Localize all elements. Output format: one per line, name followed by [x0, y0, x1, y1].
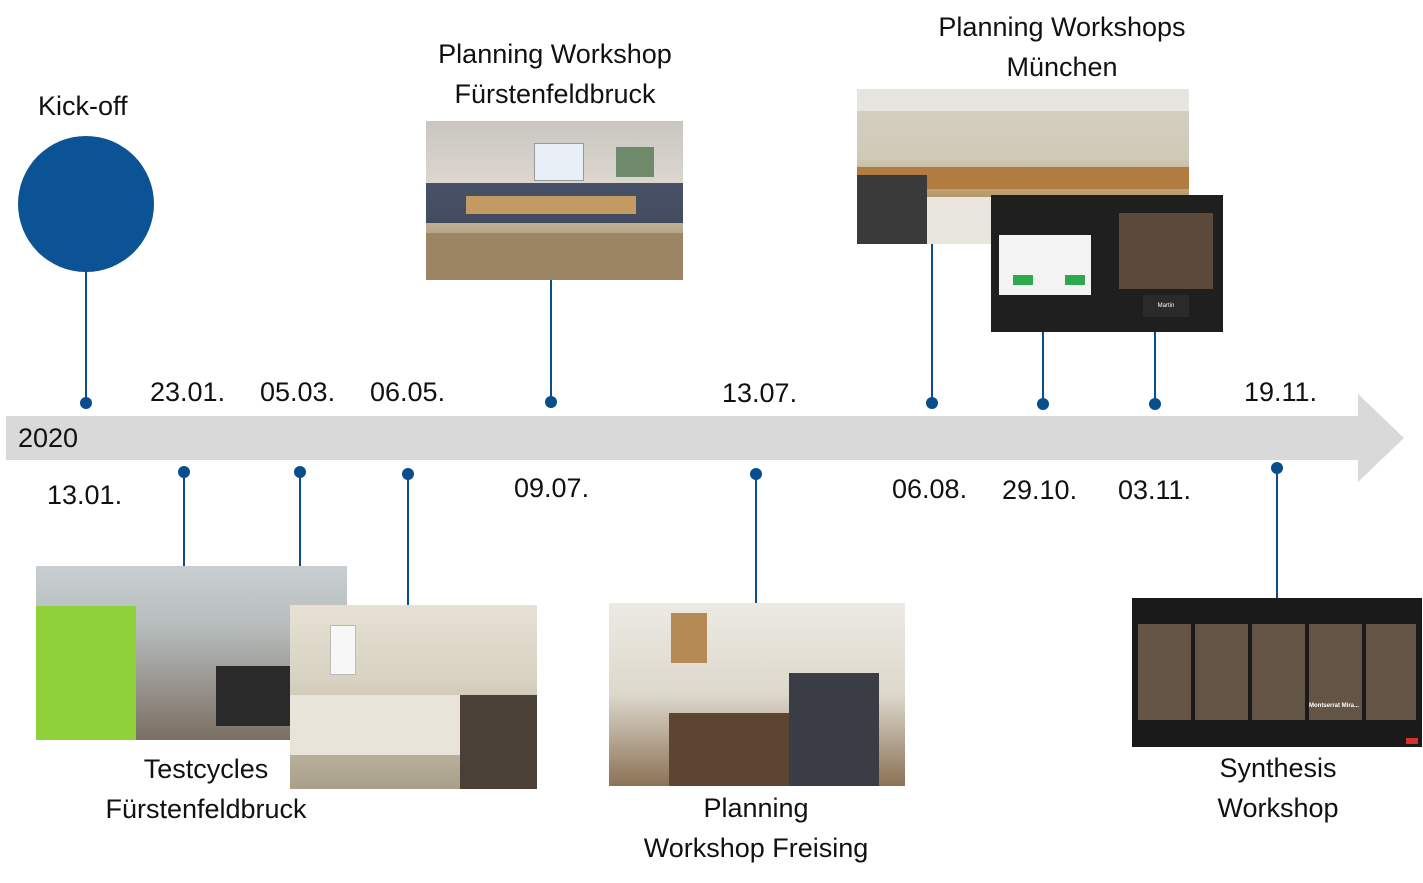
kickoff-circle [18, 136, 154, 272]
zoom-participant-name: Martin [1143, 295, 1189, 317]
marker-2910 [1037, 398, 1049, 410]
marker-0605 [402, 468, 414, 480]
date-label: 13.07. [722, 378, 798, 408]
ffb-workshop-photo [426, 121, 683, 280]
marker-1307 [750, 468, 762, 480]
synthesis-label: Synthesis Workshop [1217, 753, 1339, 823]
date-label: 09.07. [514, 473, 590, 503]
marker-2301 [178, 466, 190, 478]
kickoff-label: Kick-off [38, 91, 128, 121]
muenchen-zoom-photo: Martin [991, 195, 1223, 332]
date-label: 13.01. [47, 480, 123, 510]
date-label: 03.11. [1118, 475, 1192, 505]
marker-0503 [294, 466, 306, 478]
muenchen-label: Planning Workshops München [938, 12, 1186, 82]
date-label: 06.05. [370, 377, 446, 407]
date-label: 29.10. [1002, 475, 1078, 505]
ffb-planning-label: Planning Workshop Fürstenfeldbruck [438, 39, 672, 109]
testcycles-photo-2 [290, 605, 537, 789]
freising-photo [609, 603, 905, 786]
date-label: 06.08. [892, 474, 968, 504]
synthesis-zoom-photo: Montserrat Mira... [1132, 598, 1422, 747]
date-label: 05.03. [260, 377, 336, 407]
marker-1301 [80, 397, 92, 409]
marker-1911 [1271, 462, 1283, 474]
date-label: 23.01. [150, 377, 226, 407]
marker-0608 [926, 397, 938, 409]
year-label: 2020 [18, 423, 79, 453]
freising-label: Planning Workshop Freising [643, 793, 869, 863]
marker-0907 [545, 396, 557, 408]
marker-0311 [1149, 398, 1161, 410]
zoom-participant-name: Montserrat Mira... [1308, 703, 1359, 709]
date-label: 19.11. [1244, 377, 1318, 407]
